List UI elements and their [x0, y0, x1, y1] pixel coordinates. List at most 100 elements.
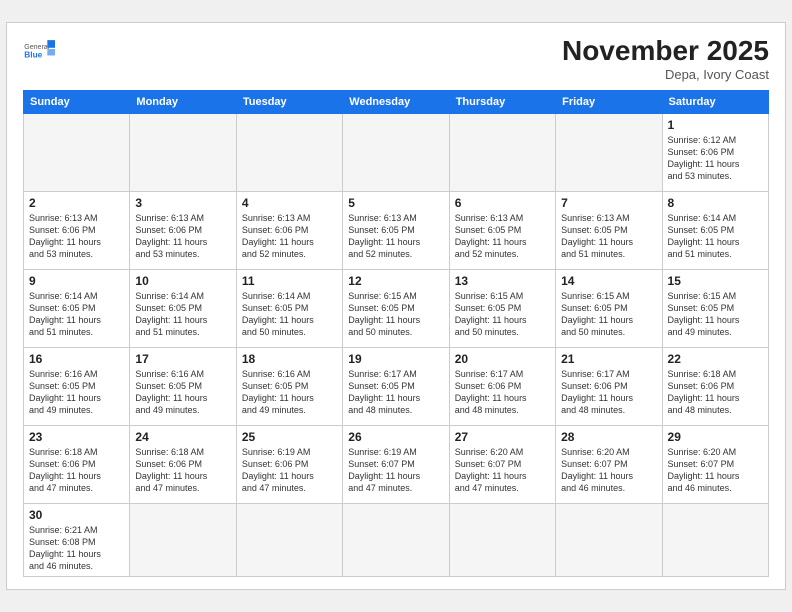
day-number: 18	[242, 352, 337, 366]
table-row: 12 Sunrise: 6:15 AM Sunset: 6:05 PM Dayli…	[343, 269, 449, 347]
header-tuesday: Tuesday	[236, 90, 342, 113]
calendar-grid: Sunday Monday Tuesday Wednesday Thursday…	[23, 90, 769, 578]
day-info: Sunrise: 6:13 AM Sunset: 6:05 PM Dayligh…	[561, 212, 656, 261]
svg-text:Blue: Blue	[24, 49, 42, 59]
table-row: 11 Sunrise: 6:14 AM Sunset: 6:05 PM Dayli…	[236, 269, 342, 347]
day-info: Sunrise: 6:15 AM Sunset: 6:05 PM Dayligh…	[455, 290, 550, 339]
day-number: 20	[455, 352, 550, 366]
title-block: November 2025 Depa, Ivory Coast	[562, 35, 769, 82]
table-row: 15Sunrise: 6:15 AM Sunset: 6:05 PM Dayli…	[662, 269, 768, 347]
day-number: 14	[561, 274, 656, 288]
logo-icon: General Blue	[23, 35, 55, 67]
day-number: 6	[455, 196, 550, 210]
day-info: Sunrise: 6:15 AM Sunset: 6:05 PM Dayligh…	[668, 290, 763, 339]
table-row	[449, 503, 555, 577]
location-subtitle: Depa, Ivory Coast	[562, 67, 769, 82]
day-number: 19	[348, 352, 443, 366]
table-row: 10 Sunrise: 6:14 AM Sunset: 6:05 PM Dayli…	[130, 269, 236, 347]
day-info: Sunrise: 6:16 AM Sunset: 6:05 PM Dayligh…	[29, 368, 124, 417]
logo: General Blue	[23, 35, 55, 67]
table-row: 26 Sunrise: 6:19 AM Sunset: 6:07 PM Dayli…	[343, 425, 449, 503]
day-number: 10	[135, 274, 230, 288]
weekday-header-row: Sunday Monday Tuesday Wednesday Thursday…	[24, 90, 769, 113]
table-row: 7 Sunrise: 6:13 AM Sunset: 6:05 PM Daylig…	[556, 191, 662, 269]
day-info: Sunrise: 6:13 AM Sunset: 6:05 PM Dayligh…	[348, 212, 443, 261]
table-row: 28 Sunrise: 6:20 AM Sunset: 6:07 PM Dayli…	[556, 425, 662, 503]
day-info: Sunrise: 6:14 AM Sunset: 6:05 PM Dayligh…	[135, 290, 230, 339]
day-info: Sunrise: 6:13 AM Sunset: 6:06 PM Dayligh…	[242, 212, 337, 261]
table-row: 17 Sunrise: 6:16 AM Sunset: 6:05 PM Dayli…	[130, 347, 236, 425]
table-row: 22 Sunrise: 6:18 AM Sunset: 6:06 PM Dayli…	[662, 347, 768, 425]
day-number: 2	[29, 196, 124, 210]
table-row: 5 Sunrise: 6:13 AM Sunset: 6:05 PM Daylig…	[343, 191, 449, 269]
day-number: 4	[242, 196, 337, 210]
day-info: Sunrise: 6:14 AM Sunset: 6:05 PM Dayligh…	[242, 290, 337, 339]
day-info: Sunrise: 6:18 AM Sunset: 6:06 PM Dayligh…	[668, 368, 763, 417]
header-wednesday: Wednesday	[343, 90, 449, 113]
day-info: Sunrise: 6:12 AM Sunset: 6:06 PM Dayligh…	[668, 134, 763, 183]
table-row: 2 Sunrise: 6:13 AM Sunset: 6:06 PM Daylig…	[24, 191, 130, 269]
day-number: 1	[668, 118, 763, 132]
day-number: 17	[135, 352, 230, 366]
day-info: Sunrise: 6:20 AM Sunset: 6:07 PM Dayligh…	[455, 446, 550, 495]
table-row	[236, 503, 342, 577]
table-row: 18 Sunrise: 6:16 AM Sunset: 6:05 PM Dayli…	[236, 347, 342, 425]
table-row	[130, 503, 236, 577]
table-row	[449, 113, 555, 191]
day-number: 11	[242, 274, 337, 288]
day-number: 21	[561, 352, 656, 366]
day-number: 30	[29, 508, 124, 522]
table-row: 8 Sunrise: 6:14 AM Sunset: 6:05 PM Daylig…	[662, 191, 768, 269]
table-row: 21 Sunrise: 6:17 AM Sunset: 6:06 PM Dayli…	[556, 347, 662, 425]
table-row: 30 Sunrise: 6:21 AM Sunset: 6:08 PM Dayli…	[24, 503, 130, 577]
day-number: 22	[668, 352, 763, 366]
header-saturday: Saturday	[662, 90, 768, 113]
day-number: 28	[561, 430, 656, 444]
day-info: Sunrise: 6:20 AM Sunset: 6:07 PM Dayligh…	[561, 446, 656, 495]
day-number: 7	[561, 196, 656, 210]
day-info: Sunrise: 6:16 AM Sunset: 6:05 PM Dayligh…	[135, 368, 230, 417]
day-number: 25	[242, 430, 337, 444]
table-row	[343, 503, 449, 577]
table-row: 1 Sunrise: 6:12 AM Sunset: 6:06 PM Daylig…	[662, 113, 768, 191]
table-row: 19Sunrise: 6:17 AM Sunset: 6:05 PM Dayli…	[343, 347, 449, 425]
header-thursday: Thursday	[449, 90, 555, 113]
day-number: 24	[135, 430, 230, 444]
day-number: 12	[348, 274, 443, 288]
day-info: Sunrise: 6:15 AM Sunset: 6:05 PM Dayligh…	[348, 290, 443, 339]
day-info: Sunrise: 6:19 AM Sunset: 6:07 PM Dayligh…	[348, 446, 443, 495]
table-row: 4 Sunrise: 6:13 AM Sunset: 6:06 PM Daylig…	[236, 191, 342, 269]
table-row: 14Sunrise: 6:15 AM Sunset: 6:05 PM Dayli…	[556, 269, 662, 347]
table-row	[236, 113, 342, 191]
table-row: 13 Sunrise: 6:15 AM Sunset: 6:05 PM Dayli…	[449, 269, 555, 347]
day-number: 13	[455, 274, 550, 288]
day-info: Sunrise: 6:17 AM Sunset: 6:06 PM Dayligh…	[561, 368, 656, 417]
header-monday: Monday	[130, 90, 236, 113]
day-number: 5	[348, 196, 443, 210]
table-row	[556, 503, 662, 577]
day-info: Sunrise: 6:19 AM Sunset: 6:06 PM Dayligh…	[242, 446, 337, 495]
day-info: Sunrise: 6:17 AM Sunset: 6:06 PM Dayligh…	[455, 368, 550, 417]
day-info: Sunrise: 6:13 AM Sunset: 6:05 PM Dayligh…	[455, 212, 550, 261]
table-row	[130, 113, 236, 191]
table-row: 24 Sunrise: 6:18 AM Sunset: 6:06 PM Dayli…	[130, 425, 236, 503]
table-row: 20 Sunrise: 6:17 AM Sunset: 6:06 PM Dayli…	[449, 347, 555, 425]
table-row	[662, 503, 768, 577]
table-row	[556, 113, 662, 191]
table-row: 9Sunrise: 6:14 AM Sunset: 6:05 PM Daylig…	[24, 269, 130, 347]
calendar-container: General Blue November 2025 Depa, Ivory C…	[6, 22, 786, 591]
day-info: Sunrise: 6:13 AM Sunset: 6:06 PM Dayligh…	[29, 212, 124, 261]
day-info: Sunrise: 6:16 AM Sunset: 6:05 PM Dayligh…	[242, 368, 337, 417]
table-row: 16Sunrise: 6:16 AM Sunset: 6:05 PM Dayli…	[24, 347, 130, 425]
day-number: 8	[668, 196, 763, 210]
day-info: Sunrise: 6:14 AM Sunset: 6:05 PM Dayligh…	[668, 212, 763, 261]
day-number: 26	[348, 430, 443, 444]
day-number: 3	[135, 196, 230, 210]
header-sunday: Sunday	[24, 90, 130, 113]
table-row: 25 Sunrise: 6:19 AM Sunset: 6:06 PM Dayli…	[236, 425, 342, 503]
day-number: 23	[29, 430, 124, 444]
day-info: Sunrise: 6:21 AM Sunset: 6:08 PM Dayligh…	[29, 524, 124, 573]
day-info: Sunrise: 6:18 AM Sunset: 6:06 PM Dayligh…	[135, 446, 230, 495]
month-title: November 2025	[562, 35, 769, 67]
table-row: 27Sunrise: 6:20 AM Sunset: 6:07 PM Dayli…	[449, 425, 555, 503]
